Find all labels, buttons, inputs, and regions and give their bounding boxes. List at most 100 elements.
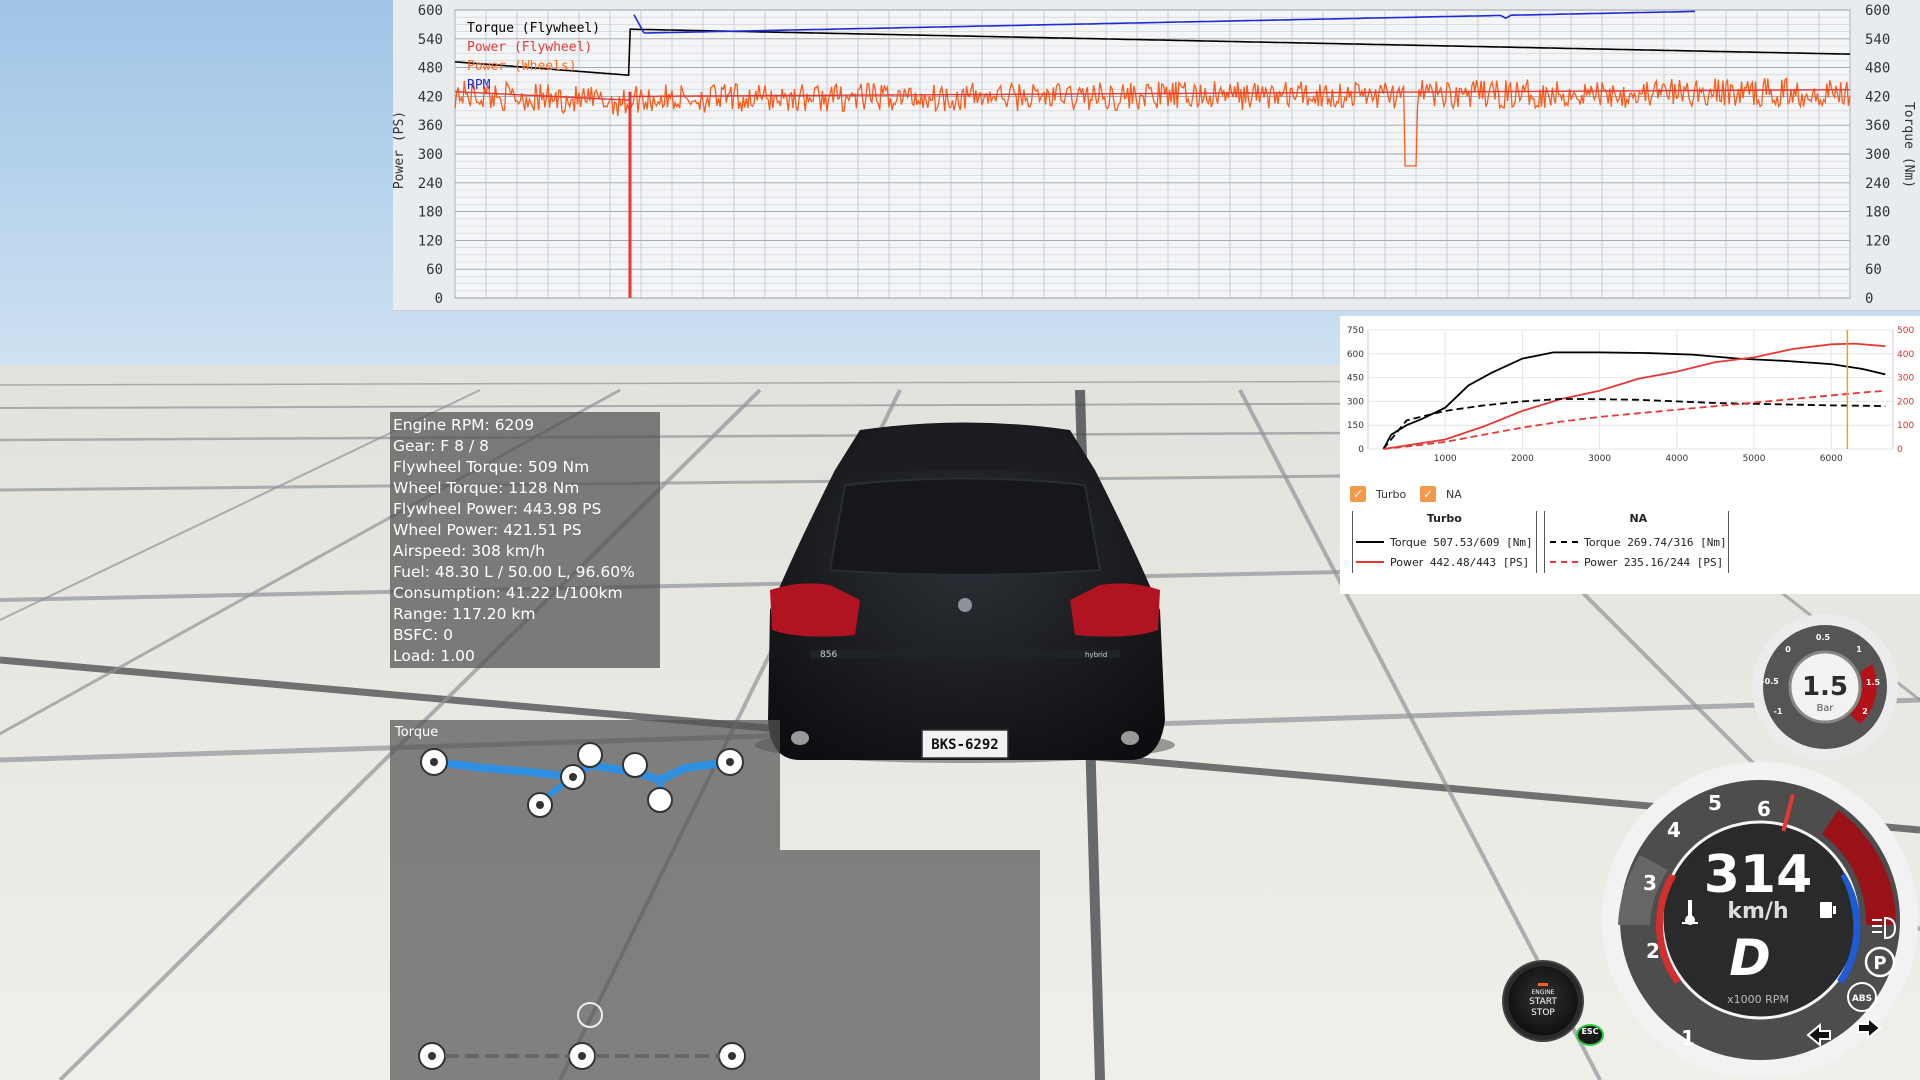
dyno-y-left-tick: 450	[1347, 374, 1364, 384]
na-legend-table: NA Torque 269.74/316 [Nm] Power 235.16/2…	[1550, 512, 1727, 572]
telemetry-y-tick-left: 0	[435, 291, 443, 307]
telemetry-y-tick-right: 600	[1865, 3, 1890, 19]
rpm-tick: 2	[1646, 939, 1660, 963]
stat-flywheel-power: Flywheel Power: 443.98 PS	[393, 500, 602, 518]
rpm-tick: 5	[1708, 791, 1722, 815]
dyno-y-left-tick: 600	[1347, 350, 1364, 360]
turbo-legend-table: Turbo Torque 507.53/609 [Nm] Power 442.4…	[1356, 512, 1533, 572]
stat-flywheel-torque: Flywheel Torque: 509 Nm	[393, 458, 590, 476]
na-checkbox[interactable]: ✓ NA	[1420, 486, 1462, 502]
telemetry-y-tick-right: 360	[1865, 118, 1890, 134]
turbo-torque-row: Torque 507.53/609 [Nm]	[1356, 532, 1533, 552]
stat-airspeed: Airspeed: 308 km/h	[393, 542, 545, 560]
gear-indicator: D	[1729, 929, 1771, 987]
rpm-tick: 6	[1757, 797, 1771, 821]
parking-label: P	[1873, 953, 1886, 974]
dyno-panel: 750 600 450 300 150 0 500 400 300 200 100 0 1000 2000…	[1340, 316, 1920, 594]
driveshaft-icon	[647, 787, 673, 813]
stat-wheel-torque: Wheel Torque: 1128 Nm	[393, 479, 580, 497]
stat-bsfc: BSFC: 0	[393, 626, 453, 644]
telemetry-y-tick-right: 180	[1865, 205, 1890, 221]
telemetry-grid	[454, 9, 1851, 299]
telemetry-legend-item: Torque (Flywheel)	[467, 21, 600, 36]
telemetry-legend-item: Power (Wheels)	[467, 59, 577, 74]
telemetry-graph: 600 600 540 540 480 480 420 420 360 360 300 300 240 2…	[393, 0, 1920, 311]
turbo-power-row: Power 442.48/443 [PS]	[1356, 552, 1533, 572]
telemetry-y-tick-right: 240	[1865, 176, 1890, 192]
na-power-value: 235.16/244 [PS]	[1623, 555, 1724, 569]
turbo-table-header: Turbo	[1426, 512, 1462, 525]
telemetry-y-tick-right: 300	[1865, 147, 1890, 163]
stat-consumption: Consumption: 41.22 L/100km	[393, 584, 623, 602]
dyno-y-right-tick: 100	[1897, 421, 1914, 431]
telemetry-y-tick-left: 240	[418, 176, 443, 192]
stat-range: Range: 117.20 km	[393, 605, 536, 623]
telemetry-y-tick-left: 60	[426, 262, 443, 278]
telemetry-y-tick-right: 120	[1865, 233, 1890, 249]
stat-gear: Gear: F 8 / 8	[393, 437, 489, 455]
dyno-y-left-tick: 0	[1358, 445, 1364, 455]
stat-wheel-power: Wheel Power: 421.51 PS	[393, 521, 582, 539]
dyno-y-left-tick: 750	[1347, 326, 1364, 336]
turbo-power-value: 442.48/443 [PS]	[1429, 555, 1530, 569]
na-torque-row: Torque 269.74/316 [Nm]	[1550, 532, 1727, 552]
boost-tick: -1	[1774, 707, 1783, 716]
dyno-y-left-tick: 150	[1347, 421, 1364, 431]
engine-icon	[577, 742, 603, 768]
speed-value: 314	[1704, 845, 1813, 905]
start-label: START	[1529, 997, 1557, 1007]
boost-unit: Bar	[1816, 703, 1834, 714]
telemetry-y-tick-left: 480	[418, 61, 443, 77]
telemetry-legend-item: Power (Flywheel)	[467, 40, 592, 55]
na-checkbox-label: NA	[1446, 487, 1462, 501]
stat-fuel: Fuel: 48.30 L / 50.00 L, 96.60%	[393, 563, 635, 581]
dyno-x-tick: 1000	[1434, 454, 1457, 464]
rpm-tick: 1	[1681, 1026, 1695, 1050]
engine-label: ENGINE	[1531, 989, 1555, 996]
telemetry-y-tick-left: 600	[418, 3, 443, 19]
turbo-torque-value: 507.53/609 [Nm]	[1433, 535, 1533, 549]
telemetry-y-tick-right: 540	[1865, 32, 1890, 48]
speedometer-gauge: 1 2 3 4 5 6 7 314 km/h D x1000 RPM P ABS	[1602, 762, 1918, 1078]
engine-start-stop-button[interactable]: ENGINE START STOP	[1508, 966, 1578, 1036]
boost-tick: 1.5	[1866, 678, 1881, 687]
gearbox-icon	[622, 752, 648, 778]
dyno-chart-svg: 750600450300150050040030020010001000 2000…	[1347, 326, 1915, 464]
stat-load: Load: 1.00	[393, 647, 475, 665]
rear-node-icon	[577, 1002, 603, 1028]
engine-stats-panel: Engine RPM: 6209 Gear: F 8 / 8 Flywheel …	[390, 412, 660, 668]
telemetry-y-tick-left: 540	[418, 32, 443, 48]
telemetry-legend-item: RPM	[467, 78, 491, 93]
na-table-header: NA	[1629, 512, 1648, 525]
dyno-y-right-tick: 0	[1897, 445, 1903, 455]
dyno-y-right-tick: 400	[1897, 350, 1914, 360]
powertrain-diagram	[418, 742, 746, 1070]
speed-unit: km/h	[1727, 899, 1788, 924]
telemetry-y-tick-right: 60	[1865, 262, 1882, 278]
trim-badge: hybrid	[1085, 651, 1107, 659]
telemetry-y-tick-left: 120	[418, 233, 443, 249]
abs-label: ABS	[1852, 994, 1872, 1004]
boost-tick: 0.5	[1816, 633, 1831, 642]
dyno-x-tick: 6000	[1820, 454, 1843, 464]
boost-tick: 2	[1862, 707, 1868, 716]
boost-tick: 0	[1785, 645, 1791, 654]
esc-indicator: ESC	[1576, 1024, 1604, 1046]
rpm-tick: 3	[1643, 871, 1657, 895]
rpm-tick: 4	[1667, 818, 1681, 842]
na-power-row: Power 235.16/244 [PS]	[1550, 552, 1727, 572]
dyno-x-tick: 4000	[1665, 454, 1688, 464]
dyno-y-right-tick: 500	[1897, 326, 1914, 336]
telemetry-y-right-label: Torque (Nm)	[1901, 102, 1916, 188]
dyno-x-tick: 5000	[1743, 454, 1766, 464]
boost-gauge: -1 -0.5 0 0.5 1 1.5 2 1.5 Bar	[1752, 614, 1898, 760]
na-torque-value: 269.74/316 [Nm]	[1627, 535, 1727, 549]
telemetry-y-tick-left: 420	[418, 89, 443, 105]
turbo-checkbox[interactable]: ✓ Turbo	[1350, 486, 1406, 502]
stat-engine-rpm: Engine RPM: 6209	[393, 416, 535, 434]
checkmark-icon: ✓	[1420, 486, 1436, 502]
telemetry-y-tick-left: 360	[418, 118, 443, 134]
telemetry-y-tick-right: 480	[1865, 61, 1890, 77]
model-badge: 856	[820, 650, 837, 660]
stop-label: STOP	[1531, 1008, 1555, 1018]
